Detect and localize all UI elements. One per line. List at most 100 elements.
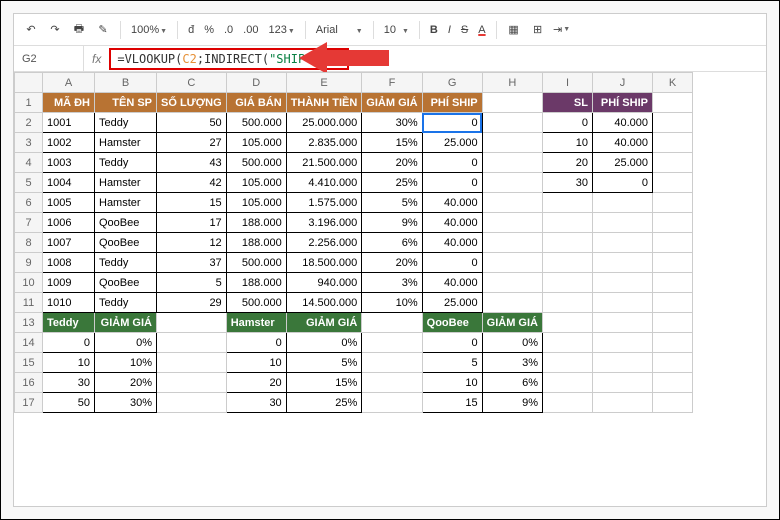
cell[interactable]: GIẢM GIÁ	[286, 313, 362, 333]
paint-format-button[interactable]: ✎	[94, 21, 112, 39]
undo-button[interactable]: ↶	[22, 21, 40, 39]
currency-button[interactable]: đ	[186, 24, 196, 36]
text-color-button[interactable]: A	[476, 24, 487, 36]
cell[interactable]: 0	[226, 333, 286, 353]
cell[interactable]: 4.410.000	[286, 173, 362, 193]
cell[interactable]: GIẢM GIÁ	[482, 313, 542, 333]
col-header[interactable]: J	[592, 73, 652, 93]
col-header[interactable]	[15, 73, 43, 93]
row-header[interactable]: 14	[15, 333, 43, 353]
cell[interactable]: PHÍ SHIP	[422, 93, 482, 113]
row-header[interactable]: 13	[15, 313, 43, 333]
cell[interactable]: 0%	[286, 333, 362, 353]
cell[interactable]: 105.000	[226, 173, 286, 193]
cell[interactable]: 3.196.000	[286, 213, 362, 233]
cell[interactable]: Teddy	[95, 293, 157, 313]
col-header[interactable]: C	[157, 73, 227, 93]
cell[interactable]: 29	[157, 293, 227, 313]
cell[interactable]: 30%	[362, 113, 422, 133]
cell[interactable]: 20%	[95, 373, 157, 393]
cell[interactable]: 10	[43, 353, 95, 373]
cell[interactable]: 25.000	[422, 133, 482, 153]
cell[interactable]: 0	[422, 333, 482, 353]
cell[interactable]: Hamster	[226, 313, 286, 333]
row-header[interactable]: 15	[15, 353, 43, 373]
cell[interactable]: 940.000	[286, 273, 362, 293]
cell[interactable]: 30	[542, 173, 592, 193]
zoom-select[interactable]: 100%▼	[129, 24, 169, 36]
cell[interactable]: 30	[43, 373, 95, 393]
cell[interactable]: QooBee	[95, 213, 157, 233]
cell[interactable]: 20%	[362, 153, 422, 173]
cell[interactable]: 1002	[43, 133, 95, 153]
cell[interactable]: 25.000	[422, 293, 482, 313]
print-button[interactable]: 🖶	[70, 21, 88, 39]
row-header[interactable]: 5	[15, 173, 43, 193]
cell[interactable]: 21.500.000	[286, 153, 362, 173]
cell[interactable]: 25.000	[592, 153, 652, 173]
cell[interactable]: 0	[422, 253, 482, 273]
cell[interactable]: SỐ LƯỢNG	[157, 93, 227, 113]
cell[interactable]: Teddy	[43, 313, 95, 333]
cell[interactable]: 0	[422, 173, 482, 193]
cell[interactable]: GIÁ BÁN	[226, 93, 286, 113]
fill-color-button[interactable]: ▦	[505, 21, 523, 39]
cell[interactable]: 20	[542, 153, 592, 173]
cell[interactable]: 3%	[362, 273, 422, 293]
cell[interactable]: 20	[226, 373, 286, 393]
cell[interactable]: Hamster	[95, 193, 157, 213]
cell[interactable]: 500.000	[226, 113, 286, 133]
cell[interactable]: 1003	[43, 153, 95, 173]
cell[interactable]: 30	[226, 393, 286, 413]
cell[interactable]: TÊN SP	[95, 93, 157, 113]
borders-button[interactable]: ⊞	[529, 21, 547, 39]
col-header[interactable]: E	[286, 73, 362, 93]
cell[interactable]: 15	[157, 193, 227, 213]
merge-button[interactable]: ⇥▼	[553, 21, 571, 39]
row-header[interactable]: 2	[15, 113, 43, 133]
formula-input[interactable]: =VLOOKUP(C2;INDIRECT("SHIP");2)	[109, 48, 766, 70]
cell[interactable]: 15%	[362, 133, 422, 153]
cell[interactable]: 188.000	[226, 213, 286, 233]
cell[interactable]: 105.000	[226, 133, 286, 153]
cell[interactable]: 0	[592, 173, 652, 193]
decrease-decimal-button[interactable]: .0	[222, 24, 235, 36]
cell[interactable]: Teddy	[95, 153, 157, 173]
cell[interactable]: 1010	[43, 293, 95, 313]
cell[interactable]: Teddy	[95, 253, 157, 273]
cell[interactable]: 2.256.000	[286, 233, 362, 253]
cell[interactable]: 40.000	[592, 113, 652, 133]
col-header[interactable]: K	[652, 73, 692, 93]
cell[interactable]: 25%	[286, 393, 362, 413]
cell[interactable]: 10%	[95, 353, 157, 373]
cell[interactable]: 5%	[286, 353, 362, 373]
row-header[interactable]: 16	[15, 373, 43, 393]
cell[interactable]: 1008	[43, 253, 95, 273]
cell[interactable]: PHÍ SHIP	[592, 93, 652, 113]
redo-button[interactable]: ↷	[46, 21, 64, 39]
percent-button[interactable]: %	[202, 24, 216, 36]
row-header[interactable]: 1	[15, 93, 43, 113]
cell[interactable]: 188.000	[226, 233, 286, 253]
col-header[interactable]: G	[422, 73, 482, 93]
cell[interactable]: 40.000	[422, 233, 482, 253]
row-header[interactable]: 10	[15, 273, 43, 293]
cell[interactable]: 5	[422, 353, 482, 373]
cell[interactable]: 27	[157, 133, 227, 153]
cell[interactable]: 43	[157, 153, 227, 173]
cell[interactable]: 30%	[95, 393, 157, 413]
row-header[interactable]: 4	[15, 153, 43, 173]
row-header[interactable]: 17	[15, 393, 43, 413]
cell[interactable]: Teddy	[95, 113, 157, 133]
cell[interactable]: 10	[226, 353, 286, 373]
cell[interactable]: 37	[157, 253, 227, 273]
cell[interactable]: 10	[542, 133, 592, 153]
cell[interactable]: 40.000	[422, 213, 482, 233]
cell[interactable]: 1004	[43, 173, 95, 193]
number-format-select[interactable]: 123▼	[266, 24, 296, 36]
col-header[interactable]: D	[226, 73, 286, 93]
grid[interactable]: ABCDEFGHIJK1MÃ ĐHTÊN SPSỐ LƯỢNGGIÁ BÁNTH…	[14, 72, 766, 506]
cell[interactable]: Hamster	[95, 173, 157, 193]
cell[interactable]: 3%	[482, 353, 542, 373]
cell[interactable]: 0	[43, 333, 95, 353]
